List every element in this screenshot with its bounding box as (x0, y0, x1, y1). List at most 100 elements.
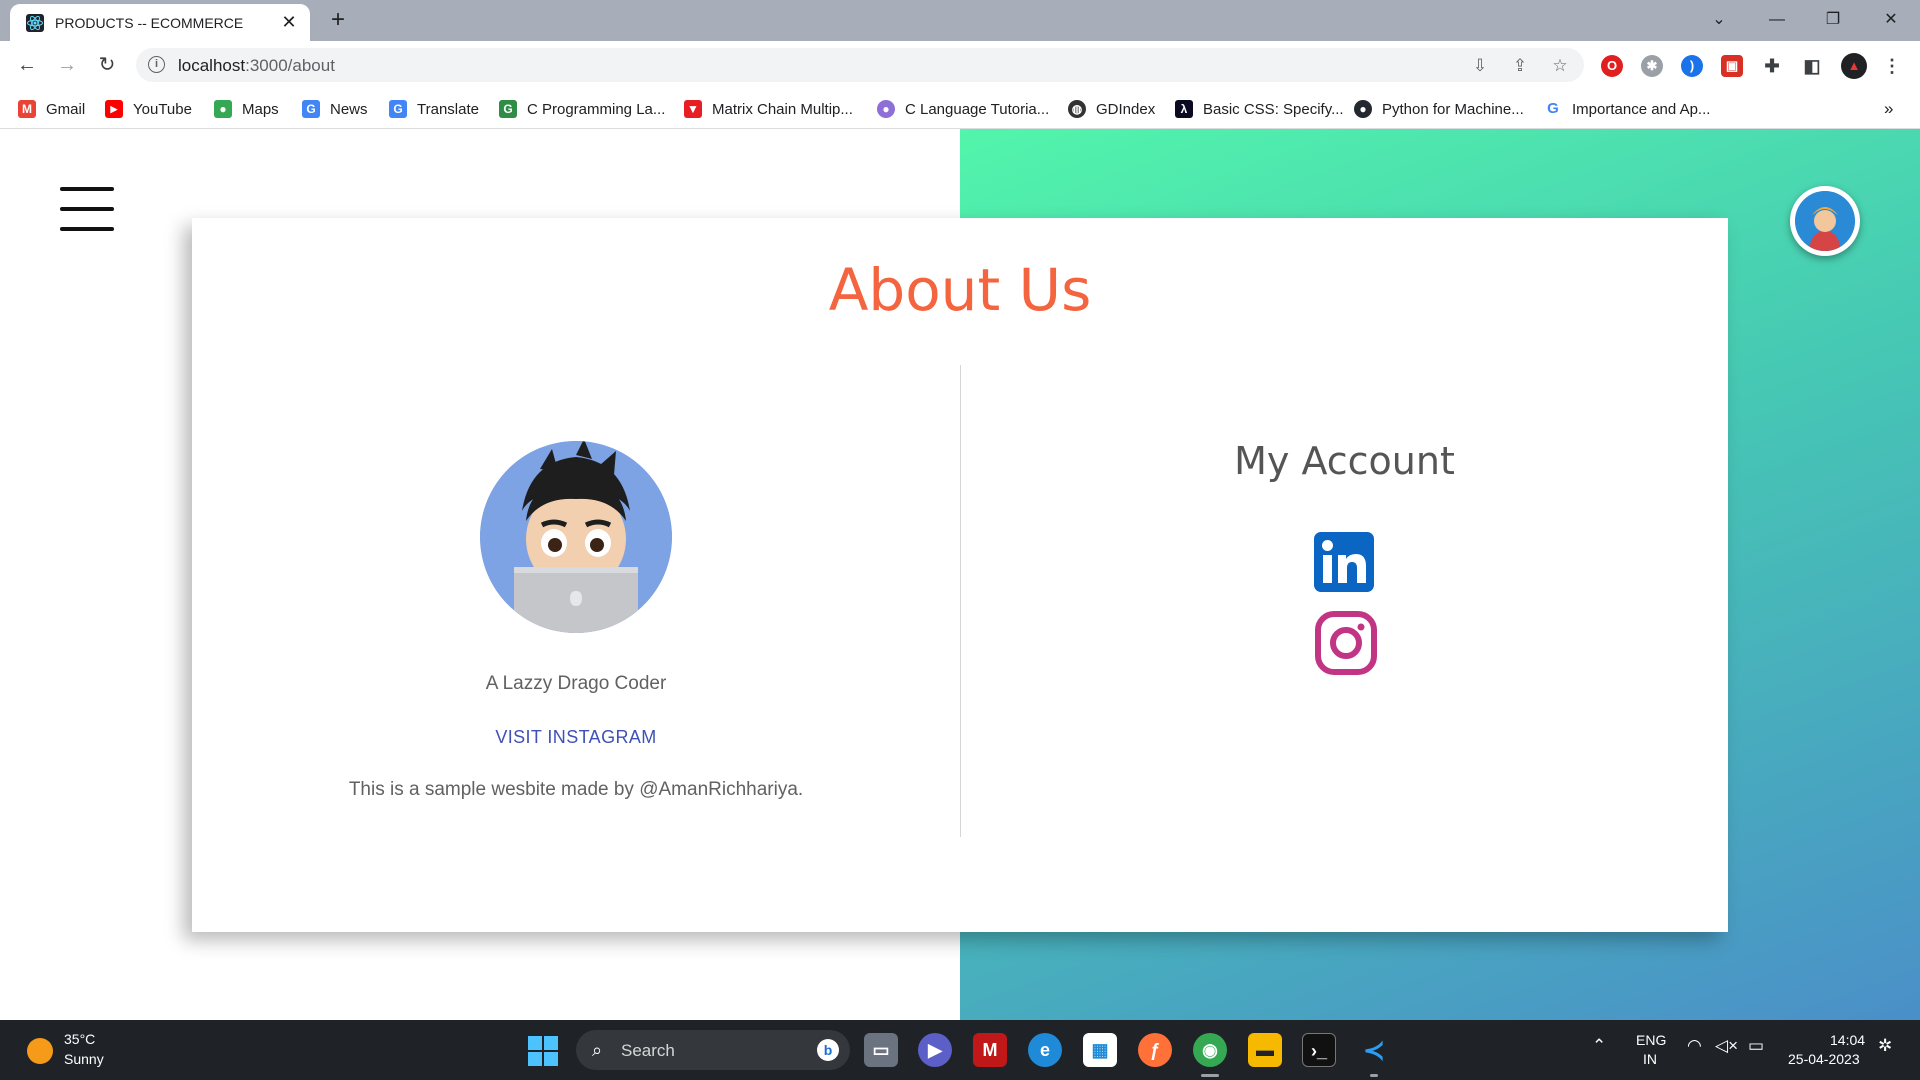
bookmark-c-programming[interactable]: G C Programming La... (499, 99, 665, 119)
mcafee-icon[interactable]: M (973, 1033, 1007, 1067)
about-description: This is a sample wesbite made by @AmanRi… (348, 779, 804, 800)
bookmarks-overflow-button[interactable]: » (1884, 99, 1893, 119)
coder-name: A Lazzy Drago Coder (485, 673, 667, 694)
search-label: Search (621, 1041, 675, 1060)
instagram-icon[interactable] (1314, 610, 1378, 676)
tab-title: PRODUCTS -- ECOMMERCE (55, 15, 244, 31)
profile-avatar-icon[interactable]: ▲ (1841, 53, 1867, 79)
wifi-icon[interactable]: ◠ (1687, 1036, 1702, 1056)
taskbar-search[interactable]: ⌕ Search b (576, 1030, 850, 1070)
bug-extension-icon[interactable]: ✱ (1641, 55, 1663, 77)
back-arrow-icon[interactable]: ← (13, 51, 41, 79)
bookmark-gdindex[interactable]: ◍ GDIndex (1068, 99, 1155, 119)
clock-time[interactable]: 14:04 (1830, 1032, 1865, 1048)
windows-taskbar: 35°C Sunny ⌕ Search b ▭ ▶ M e ▦ ƒ ◉ ▬ ›_… (0, 1020, 1920, 1080)
terminal-icon[interactable]: ›_ (1302, 1033, 1336, 1067)
freecodecamp-icon: λ (1175, 100, 1193, 118)
side-panel-icon[interactable]: ◧ (1801, 55, 1823, 77)
bookmark-label: Maps (242, 100, 279, 118)
minimize-button[interactable]: — (1762, 6, 1792, 34)
maps-icon: ● (214, 100, 232, 118)
edge-icon[interactable]: e (1028, 1033, 1062, 1067)
bookmark-gmail[interactable]: M Gmail (18, 99, 85, 119)
site-info-icon[interactable]: i (148, 56, 165, 73)
profile-avatar (480, 441, 672, 633)
browser-tab-active[interactable]: PRODUCTS -- ECOMMERCE ✕ (10, 4, 310, 41)
bookmark-maps[interactable]: ● Maps (214, 99, 279, 119)
reload-icon[interactable]: ↻ (93, 51, 121, 79)
person-icon: ● (877, 100, 895, 118)
notification-bell-icon[interactable]: ✲ (1878, 1036, 1892, 1056)
bookmark-label: Translate (417, 100, 479, 118)
youtube-icon: ▶ (105, 100, 123, 118)
bookmark-matrix-chain[interactable]: ▼ Matrix Chain Multip... (684, 99, 853, 119)
extensions-puzzle-icon[interactable]: ✚ (1761, 55, 1783, 77)
bookmark-label: Python for Machine... (1382, 100, 1524, 118)
tray-overflow-chevron-icon[interactable]: ⌃ (1592, 1036, 1606, 1056)
new-tab-button[interactable]: + (326, 8, 350, 32)
chrome-active-indicator (1201, 1074, 1219, 1077)
react-icon (26, 14, 44, 32)
linkedin-icon[interactable] (1314, 532, 1374, 592)
bookmark-label: GDIndex (1096, 100, 1156, 118)
bing-icon[interactable]: b (817, 1039, 839, 1061)
firefox-icon[interactable]: ƒ (1138, 1033, 1172, 1067)
bookmark-python-ml[interactable]: ● Python for Machine... (1354, 99, 1524, 119)
account-section: My Account (961, 365, 1728, 837)
vscode-icon[interactable]: ≺ (1357, 1033, 1391, 1067)
page-title: About Us (828, 256, 1092, 324)
forward-arrow-icon[interactable]: → (53, 51, 81, 79)
globe-icon: ◍ (1068, 100, 1086, 118)
vscode-open-indicator (1370, 1074, 1378, 1077)
language-region[interactable]: IN (1643, 1051, 1657, 1067)
bookmark-basic-css[interactable]: λ Basic CSS: Specify... (1175, 99, 1344, 119)
news-icon: G (302, 100, 320, 118)
battery-icon[interactable]: ▭ (1748, 1036, 1764, 1056)
file-explorer-icon[interactable]: ▬ (1248, 1033, 1282, 1067)
visit-instagram-button[interactable]: VISIT INSTAGRAM (492, 722, 660, 752)
github-icon: ● (1354, 100, 1372, 118)
url-text[interactable]: localhost:3000/about (178, 56, 335, 76)
screenshot-extension-icon[interactable]: ▣ (1721, 55, 1743, 77)
task-view-icon[interactable]: ▭ (864, 1033, 898, 1067)
clock-date[interactable]: 25-04-2023 (1788, 1051, 1860, 1067)
volume-muted-icon[interactable]: ◁× (1715, 1036, 1738, 1056)
restore-button[interactable]: ❐ (1818, 6, 1848, 34)
opera-extension-icon[interactable]: O (1601, 55, 1623, 77)
page-viewport: About Us A Lazzy Drago Coder VISIT INSTA… (0, 129, 1920, 1020)
search-icon: ⌕ (592, 1040, 603, 1060)
browser-toolbar: ← → ↻ i localhost:3000/about ⇩ ⇪ ☆ O ✱ )… (0, 41, 1920, 89)
audio-extension-icon[interactable]: ) (1681, 55, 1703, 77)
tab-search-chevron-icon[interactable]: ⌄ (1704, 6, 1734, 34)
bookmark-translate[interactable]: G Translate (389, 99, 479, 119)
store-icon[interactable]: ▦ (1083, 1033, 1117, 1067)
close-window-button[interactable]: ✕ (1876, 6, 1906, 34)
speed-dial-button[interactable] (1790, 186, 1860, 256)
weather-description[interactable]: Sunny (64, 1051, 104, 1067)
bookmark-c-language[interactable]: ● C Language Tutoria... (877, 99, 1049, 119)
tutorial-icon: ▼ (684, 100, 702, 118)
windows-start-icon[interactable] (528, 1036, 558, 1066)
user-avatar (1795, 191, 1855, 251)
chrome-icon[interactable]: ◉ (1193, 1033, 1227, 1067)
url-host: localhost (178, 56, 246, 75)
account-title: My Account (1234, 439, 1455, 483)
menu-kebab-icon[interactable]: ⋮ (1881, 55, 1903, 77)
bookmark-importance[interactable]: G Importance and Ap... (1544, 99, 1710, 119)
bookmark-news[interactable]: G News (302, 99, 368, 119)
bookmark-star-icon[interactable]: ☆ (1550, 56, 1570, 76)
teams-chat-icon[interactable]: ▶ (918, 1033, 952, 1067)
translate-icon: G (389, 100, 407, 118)
url-path: :3000/about (245, 56, 335, 75)
about-card: About Us A Lazzy Drago Coder VISIT INSTA… (192, 218, 1728, 932)
bookmarks-bar: M Gmail ▶ YouTube ● Maps G News G Translate G… (0, 89, 1920, 129)
weather-temperature[interactable]: 35°C (64, 1031, 95, 1047)
tab-close-icon[interactable]: ✕ (278, 11, 300, 33)
install-app-icon[interactable]: ⇩ (1470, 56, 1490, 76)
sun-icon[interactable] (27, 1038, 53, 1064)
share-icon[interactable]: ⇪ (1510, 56, 1530, 76)
language-indicator[interactable]: ENG (1636, 1032, 1666, 1048)
bookmark-youtube[interactable]: ▶ YouTube (105, 99, 192, 119)
address-bar[interactable]: i localhost:3000/about ⇩ ⇪ ☆ (136, 48, 1584, 82)
hamburger-menu-icon[interactable] (60, 187, 114, 237)
